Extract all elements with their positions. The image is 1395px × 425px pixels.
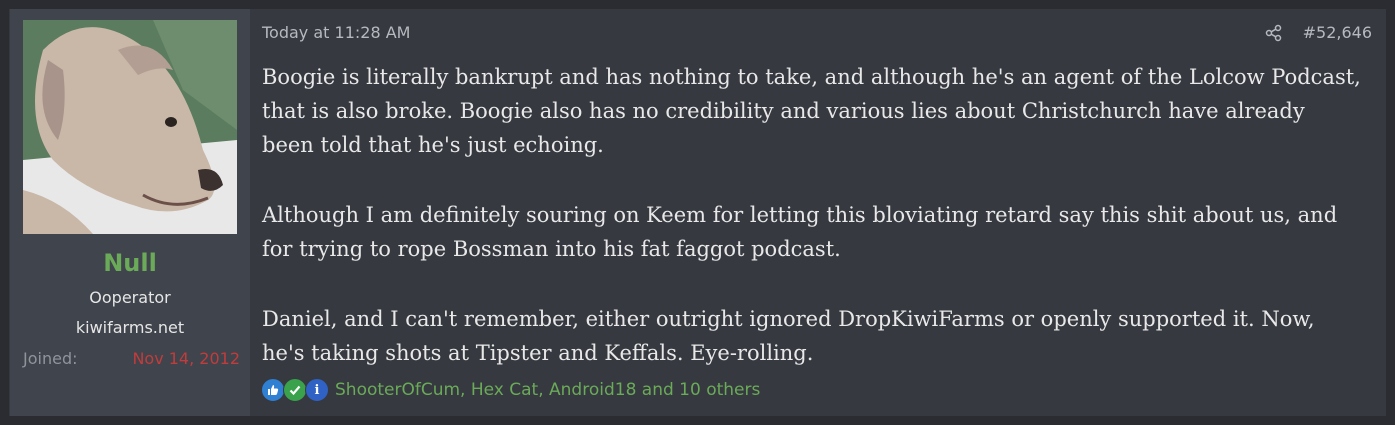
post-paragraph: Although I am definitely souring on Keem… bbox=[262, 203, 1338, 261]
user-sidebar: Null Ooperator kiwifarms.net Joined: Nov… bbox=[10, 9, 250, 416]
user-title: Ooperator bbox=[89, 288, 171, 307]
post-timestamp[interactable]: Today at 11:28 AM bbox=[262, 23, 410, 42]
reactions-bar[interactable]: i ShooterOfCum, Hex Cat, Android18 and 1… bbox=[261, 377, 760, 403]
avatar[interactable] bbox=[23, 20, 237, 234]
like-icon bbox=[261, 378, 285, 402]
post-body: Boogie is literally bankrupt and has not… bbox=[262, 60, 1362, 406]
info-icon: i bbox=[305, 378, 329, 402]
share-icon[interactable] bbox=[1265, 24, 1283, 42]
post-number-link[interactable]: #52,646 bbox=[1303, 23, 1372, 42]
reaction-users-link[interactable]: ShooterOfCum, Hex Cat, Android18 and 10 … bbox=[335, 380, 760, 400]
user-banner: kiwifarms.net bbox=[75, 318, 185, 337]
joined-date: Nov 14, 2012 bbox=[132, 349, 240, 368]
check-icon bbox=[283, 378, 307, 402]
joined-label: Joined: bbox=[23, 349, 78, 368]
username[interactable]: Null bbox=[10, 249, 250, 277]
post-content: Today at 11:28 AM #52,646 Boogie is lite… bbox=[261, 9, 1386, 416]
post-paragraph: Daniel, and I can't remember, either out… bbox=[262, 307, 1315, 365]
post-container: Null Ooperator kiwifarms.net Joined: Nov… bbox=[8, 8, 1387, 417]
post-paragraph: Boogie is literally bankrupt and has not… bbox=[262, 65, 1361, 157]
dog-avatar-image bbox=[23, 20, 237, 234]
